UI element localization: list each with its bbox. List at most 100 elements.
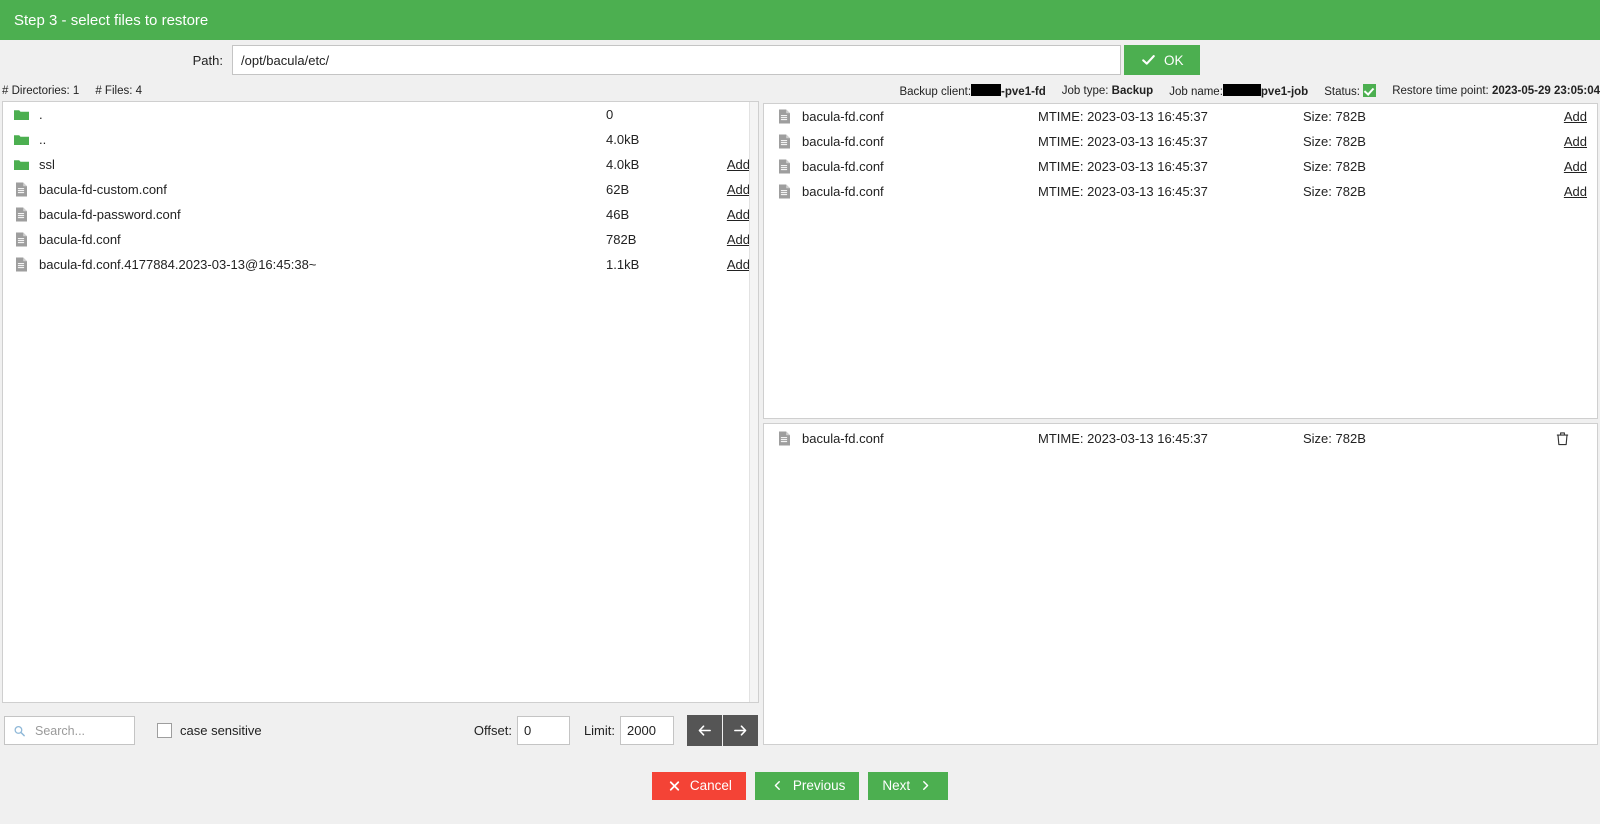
file-icon: [776, 133, 793, 150]
previous-button-label: Previous: [793, 778, 846, 793]
main-area: .0..4.0kBssl4.0kBAddbacula-fd-custom.con…: [0, 101, 1600, 758]
previous-page-button[interactable]: [687, 715, 722, 746]
file-icon: [776, 183, 793, 200]
ok-button[interactable]: OK: [1124, 45, 1200, 75]
files-count: # Files: 4: [95, 85, 142, 97]
browser-row[interactable]: bacula-fd.conf782BAdd: [3, 227, 758, 252]
arrow-left-icon: [696, 723, 713, 738]
browser-row-size: 1.1kB: [606, 257, 716, 272]
selected-row-mtime: MTIME: 2023-03-13 16:45:37: [1038, 431, 1303, 446]
version-row-mtime: MTIME: 2023-03-13 16:45:37: [1038, 109, 1303, 124]
add-file-link[interactable]: Add: [716, 257, 750, 272]
browser-row-name-cell: ssl: [13, 156, 606, 173]
browser-row-name: ssl: [39, 157, 55, 172]
selected-file-row[interactable]: bacula-fd.conf MTIME: 2023-03-13 16:45:37…: [764, 424, 1597, 452]
directories-count: # Directories: 1: [2, 85, 79, 97]
selected-files-panel[interactable]: bacula-fd.conf MTIME: 2023-03-13 16:45:37…: [763, 423, 1598, 745]
browser-toolbar: case sensitive Offset: Limit:: [2, 703, 759, 758]
browser-row-name-cell: bacula-fd.conf: [13, 231, 606, 248]
browser-row[interactable]: bacula-fd-custom.conf 62BAdd: [3, 177, 758, 202]
browser-row-name: bacula-fd-custom.conf: [39, 182, 167, 197]
backup-client-value: -pve1-fd: [1001, 86, 1046, 98]
browser-row[interactable]: .0: [3, 102, 758, 127]
selected-row-name-cell: bacula-fd.conf: [776, 430, 1038, 447]
add-version-link[interactable]: Add: [1553, 184, 1587, 199]
file-icon: [13, 256, 30, 273]
file-versions-panel[interactable]: bacula-fd.confMTIME: 2023-03-13 16:45:37…: [763, 103, 1598, 419]
selected-row-name: bacula-fd.conf: [802, 431, 884, 446]
arrow-right-icon: [732, 723, 749, 738]
limit-input[interactable]: [620, 716, 674, 745]
left-column: .0..4.0kBssl4.0kBAddbacula-fd-custom.con…: [2, 101, 759, 758]
browser-row-name: bacula-fd-password.conf: [39, 207, 181, 222]
version-row-name-cell: bacula-fd.conf: [776, 133, 1038, 150]
case-sensitive-checkbox[interactable]: [157, 723, 172, 738]
search-field[interactable]: [4, 716, 135, 745]
cancel-button-label: Cancel: [690, 778, 732, 793]
version-row-name-cell: bacula-fd.conf: [776, 158, 1038, 175]
file-icon: [13, 231, 30, 248]
version-row-name: bacula-fd.conf: [802, 159, 884, 174]
page-title: Step 3 - select files to restore: [14, 12, 208, 29]
check-icon: [1140, 53, 1157, 67]
redacted-client-name: [971, 84, 1001, 96]
file-browser-panel[interactable]: .0..4.0kBssl4.0kBAddbacula-fd-custom.con…: [2, 101, 759, 703]
browser-row-size: 4.0kB: [606, 132, 716, 147]
version-row-mtime: MTIME: 2023-03-13 16:45:37: [1038, 159, 1303, 174]
version-row-mtime: MTIME: 2023-03-13 16:45:37: [1038, 184, 1303, 199]
browser-row[interactable]: ..4.0kB: [3, 127, 758, 152]
browser-row-name-cell: bacula-fd-custom.conf: [13, 181, 606, 198]
job-name-label: Job name:: [1169, 86, 1223, 98]
search-input[interactable]: [33, 723, 128, 739]
file-icon: [13, 181, 30, 198]
add-file-link[interactable]: Add: [716, 182, 750, 197]
add-file-link[interactable]: Add: [716, 232, 750, 247]
next-page-button[interactable]: [723, 715, 758, 746]
job-type-value: Backup: [1112, 85, 1154, 97]
browser-row-size: 62B: [606, 182, 716, 197]
browser-row-name: bacula-fd.conf.4177884.2023-03-13@16:45:…: [39, 257, 316, 272]
version-row[interactable]: bacula-fd.confMTIME: 2023-03-13 16:45:37…: [764, 129, 1597, 154]
job-name-value: pve1-job: [1261, 86, 1308, 98]
version-row-name: bacula-fd.conf: [802, 109, 884, 124]
add-version-link[interactable]: Add: [1553, 134, 1587, 149]
browser-row-name: bacula-fd.conf: [39, 232, 121, 247]
offset-input[interactable]: [517, 716, 570, 745]
redacted-job-name: [1223, 84, 1261, 96]
file-icon: [13, 206, 30, 223]
next-button[interactable]: Next: [868, 772, 948, 800]
version-row[interactable]: bacula-fd.confMTIME: 2023-03-13 16:45:37…: [764, 179, 1597, 204]
backup-client-label: Backup client:: [899, 86, 971, 98]
previous-button[interactable]: Previous: [755, 772, 860, 800]
add-version-link[interactable]: Add: [1553, 159, 1587, 174]
remove-selected-file-button[interactable]: [1553, 429, 1571, 447]
cancel-button[interactable]: Cancel: [652, 772, 746, 800]
window-titlebar: Step 3 - select files to restore: [0, 0, 1600, 40]
browser-row-size: 46B: [606, 207, 716, 222]
restore-time-info: Restore time point: 2023-05-29 23:05:04: [1392, 85, 1600, 97]
browser-row[interactable]: bacula-fd.conf.4177884.2023-03-13@16:45:…: [3, 252, 758, 277]
browser-row-name: .: [39, 107, 43, 122]
browser-row[interactable]: bacula-fd-password.conf 46BAdd: [3, 202, 758, 227]
browser-row-size: 0: [606, 107, 716, 122]
browser-scrollbar[interactable]: [749, 102, 758, 702]
browser-row-name-cell: .: [13, 106, 606, 123]
path-input[interactable]: [232, 45, 1121, 75]
version-row[interactable]: bacula-fd.conf MTIME: 2023-03-13 16:45:37…: [764, 154, 1597, 179]
browser-row-name-cell: bacula-fd-password.conf: [13, 206, 606, 223]
browser-row[interactable]: ssl4.0kBAdd: [3, 152, 758, 177]
file-icon: [776, 158, 793, 175]
version-row[interactable]: bacula-fd.conf MTIME: 2023-03-13 16:45:37…: [764, 104, 1597, 129]
trash-icon: [1555, 431, 1570, 446]
case-sensitive-control[interactable]: case sensitive: [157, 723, 262, 738]
x-icon: [666, 780, 683, 792]
add-file-link[interactable]: Add: [716, 207, 750, 222]
right-column: bacula-fd.confMTIME: 2023-03-13 16:45:37…: [763, 101, 1598, 758]
folder-icon: [13, 131, 30, 148]
chevron-right-icon: [917, 780, 934, 791]
add-version-link[interactable]: Add: [1553, 109, 1587, 124]
version-row-mtime: MTIME: 2023-03-13 16:45:37: [1038, 134, 1303, 149]
status-info: Status:: [1324, 84, 1376, 98]
restore-time-value: 2023-05-29 23:05:04: [1492, 85, 1600, 97]
add-file-link[interactable]: Add: [716, 157, 750, 172]
